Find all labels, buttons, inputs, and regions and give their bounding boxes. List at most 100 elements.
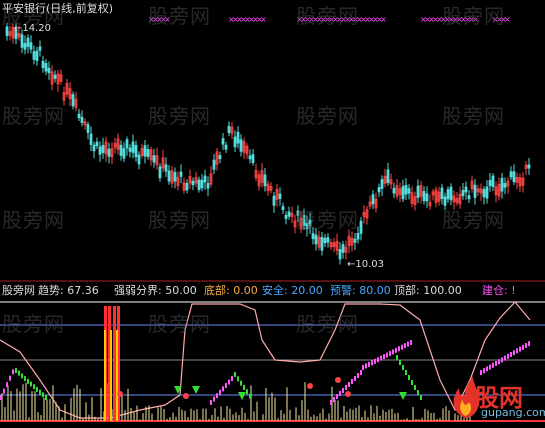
watermark: 股旁网 (148, 312, 211, 336)
trend-segment (507, 353, 509, 359)
trend-segment (504, 355, 506, 361)
watermark: 股旁网 (296, 312, 359, 336)
trend-segment (486, 366, 488, 372)
candle-body (119, 144, 123, 156)
watermark: 股旁网 (2, 208, 65, 232)
trend-segment (489, 364, 491, 370)
trend-segment (510, 352, 512, 357)
safe-value: 安全: 20.00 (262, 284, 323, 297)
candle-body (98, 146, 102, 155)
candle-body (128, 147, 132, 152)
trend-segment (522, 344, 524, 350)
trend-segment (45, 395, 47, 400)
trend-segment (339, 391, 341, 396)
candle-body (359, 220, 363, 234)
down-arrow-icon (192, 386, 200, 394)
trend-segment (368, 361, 370, 367)
trend-segment (516, 348, 518, 354)
candle-body (473, 184, 477, 198)
candle-body (509, 171, 513, 178)
logo-url: gupang.com (481, 406, 545, 419)
trend-segment (519, 346, 521, 352)
trend-segment (417, 390, 419, 395)
trend-segment (342, 388, 344, 393)
candle-body (512, 171, 516, 183)
trend-segment (231, 376, 233, 382)
candle-body (107, 148, 111, 157)
trend-segment (483, 368, 485, 374)
trend-segment (246, 389, 248, 395)
candle-body (77, 113, 81, 119)
trend-segment (24, 376, 26, 382)
candle-body (416, 185, 420, 198)
trend-segment (15, 368, 17, 373)
trend-segment (383, 354, 385, 360)
candle-body (167, 170, 171, 182)
candle-body (500, 177, 504, 192)
trend-segment (225, 382, 227, 388)
candle-body (377, 187, 381, 193)
trend-segment (525, 343, 527, 348)
trend-segment (240, 380, 242, 386)
trend-segment (249, 393, 251, 399)
signal-dot-icon (307, 383, 313, 389)
candle-body (386, 169, 390, 184)
candle-body (488, 180, 492, 187)
trend-segment (219, 389, 221, 395)
trend-segment (42, 392, 44, 398)
down-arrow-icon (238, 392, 246, 400)
trend-segment (386, 352, 388, 358)
candle-body (287, 211, 291, 217)
candle-body (461, 189, 465, 196)
candle-body (491, 175, 495, 187)
trend-segment (528, 341, 530, 347)
trend-segment (380, 355, 382, 361)
candle-body (152, 155, 156, 163)
candle-body (41, 60, 45, 68)
trend-segment (410, 340, 412, 345)
trend-segment (498, 359, 500, 365)
candle-body (251, 154, 255, 163)
trend-segment (513, 350, 515, 356)
candle-body (191, 180, 195, 186)
trend-segment (345, 385, 347, 390)
bottom-signal-bar (104, 330, 106, 421)
trend-segment (374, 358, 376, 364)
signal-dot-icon (335, 377, 341, 383)
high-price-label: ←14.20 (14, 23, 52, 34)
candle-body (380, 179, 384, 189)
watermark: 股旁网 (148, 104, 211, 128)
trend-segment (354, 376, 356, 381)
trend-segment (420, 395, 422, 400)
watermark: 股旁网 (148, 208, 211, 232)
candle-body (263, 174, 267, 187)
trend-segment (6, 382, 8, 388)
trend-segment (501, 357, 503, 363)
candle-body (179, 171, 183, 177)
candle-body (278, 193, 282, 199)
candle-body (503, 183, 507, 188)
trend-segment (27, 378, 29, 384)
build-position: 建仓: ! (482, 284, 516, 297)
trend-segment (3, 388, 5, 394)
candle-body (236, 131, 240, 144)
candle-body (212, 159, 216, 170)
watermark: 股旁网 (296, 4, 359, 28)
trend-segment (237, 376, 239, 382)
signal-mark: × (260, 15, 267, 24)
trend-segment (408, 375, 410, 380)
candle-body (206, 183, 210, 189)
candle-body (224, 144, 228, 150)
trend-segment (39, 389, 41, 395)
trend-segment (389, 350, 391, 356)
candle-body (146, 149, 150, 157)
trend-segment (402, 365, 404, 370)
trend-segment (404, 343, 406, 349)
candle-body (131, 141, 135, 153)
candle-body (143, 145, 147, 157)
trend-segment (362, 365, 364, 370)
trend-segment (395, 347, 397, 353)
candle-body (197, 179, 201, 191)
bottom-signal-bar (116, 330, 118, 421)
chart-title: 平安银行(日线,前复权) (2, 2, 114, 15)
